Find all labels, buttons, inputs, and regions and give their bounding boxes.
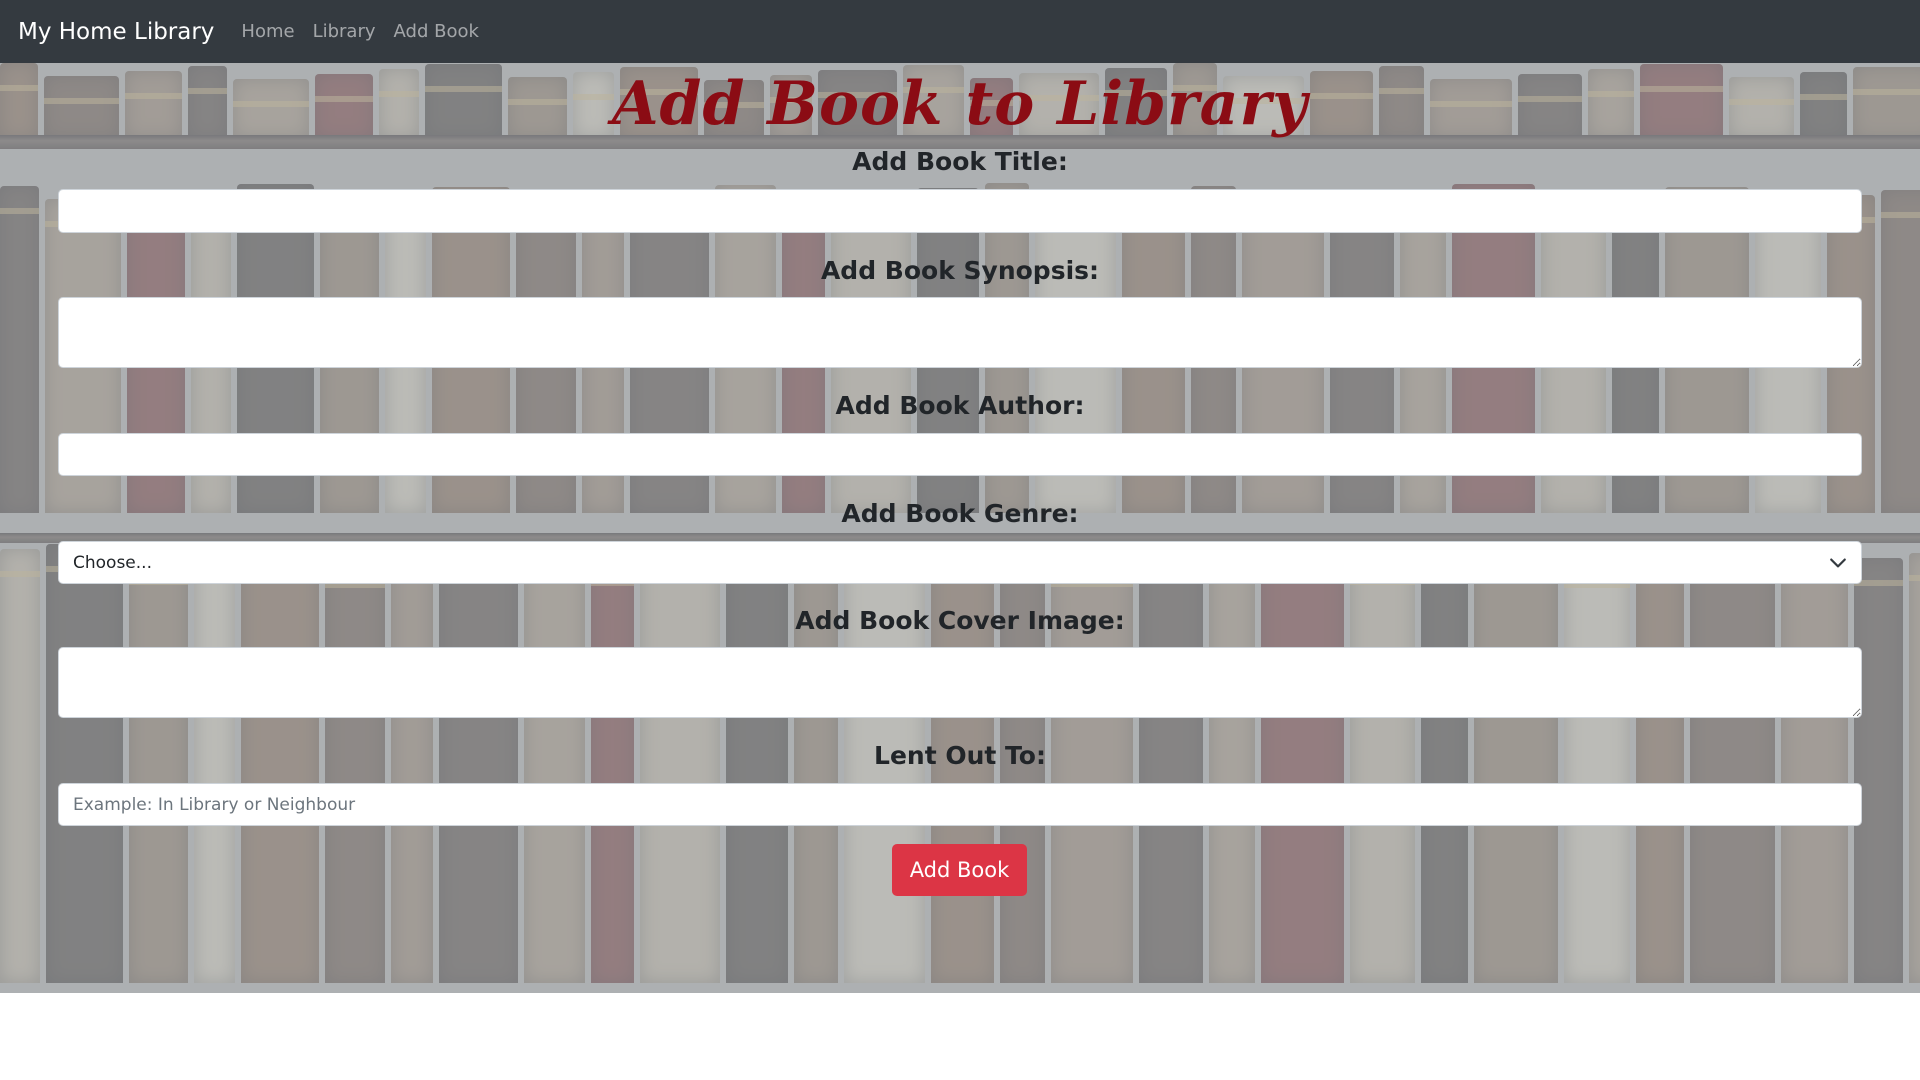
brand-link[interactable]: My Home Library xyxy=(18,19,214,45)
book-cover-image-textarea[interactable] xyxy=(58,647,1862,718)
book-title-input[interactable] xyxy=(58,189,1862,233)
synopsis-label: Add Book Synopsis: xyxy=(820,256,1100,285)
nav-link-home[interactable]: Home xyxy=(241,21,294,42)
add-book-button[interactable]: Add Book xyxy=(892,844,1027,896)
nav-link-add-book[interactable]: Add Book xyxy=(394,21,479,42)
genre-selected-value: Choose... xyxy=(73,552,152,573)
genre-label: Add Book Genre: xyxy=(841,499,1079,528)
author-label: Add Book Author: xyxy=(835,391,1085,420)
book-genre-select[interactable]: Choose... xyxy=(58,541,1862,584)
title-label: Add Book Title: xyxy=(852,147,1068,176)
lent-out-input[interactable] xyxy=(58,783,1862,826)
book-synopsis-textarea[interactable] xyxy=(58,297,1862,368)
navbar: My Home Library Home Library Add Book xyxy=(0,0,1920,63)
book-author-input[interactable] xyxy=(58,433,1862,476)
page-title: Add Book to Library xyxy=(611,69,1309,139)
chevron-down-icon xyxy=(1830,558,1846,567)
lent-out-label: Lent Out To: xyxy=(874,741,1046,770)
cover-image-label: Add Book Cover Image: xyxy=(795,606,1125,635)
nav-link-library[interactable]: Library xyxy=(313,21,376,42)
